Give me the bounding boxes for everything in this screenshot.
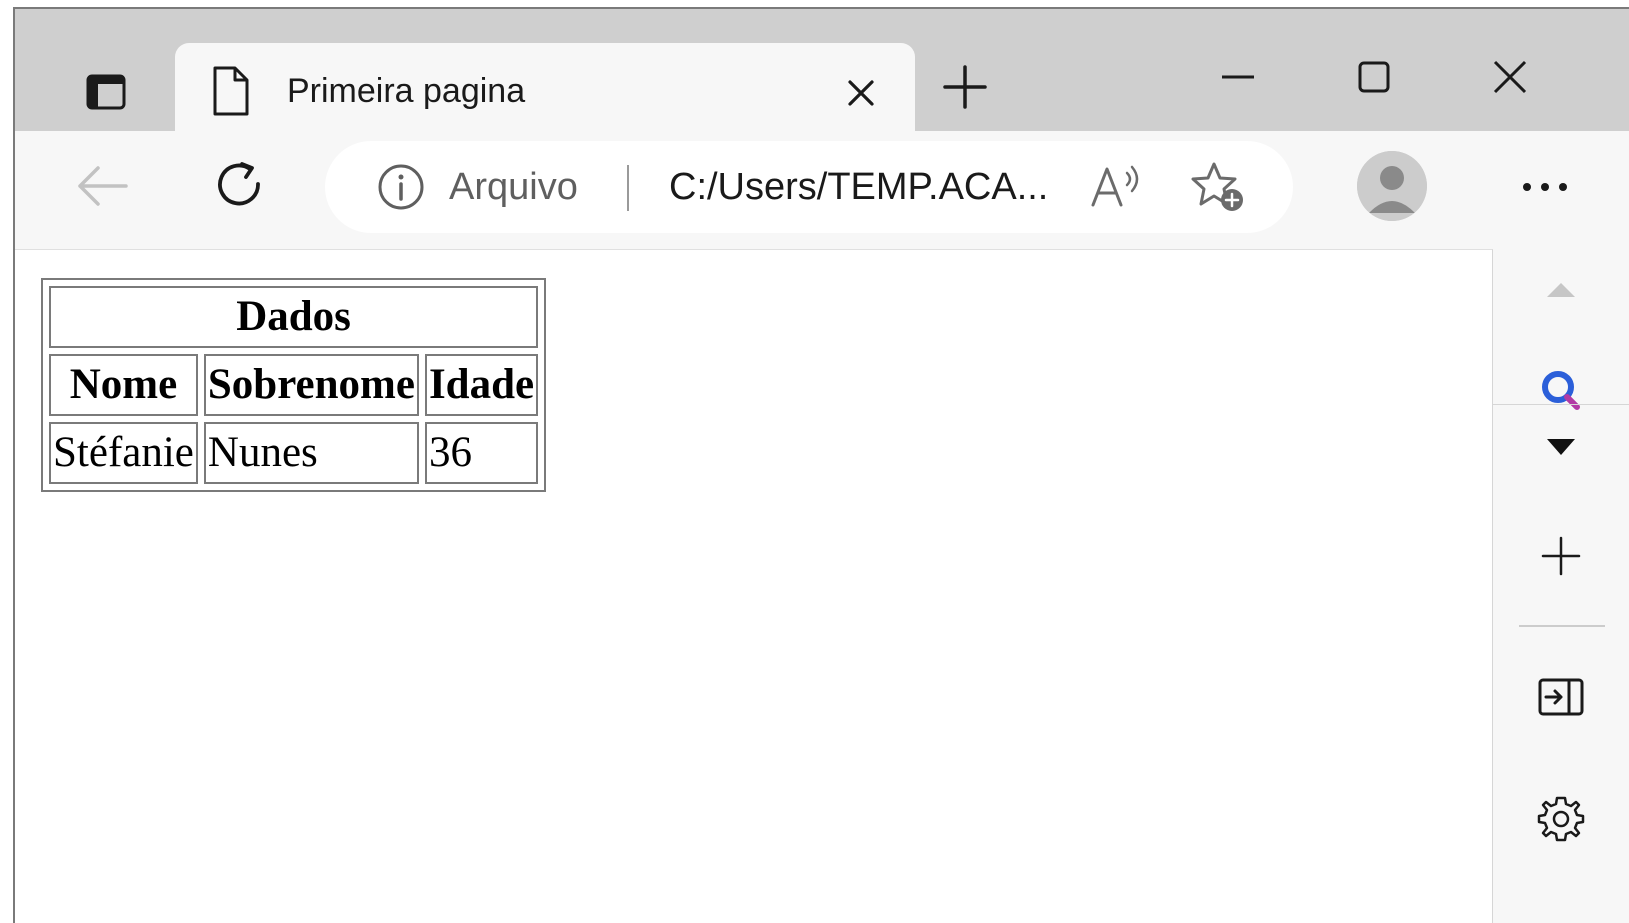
table-title-header: Dados (49, 286, 539, 348)
window-border-left (13, 8, 15, 923)
tab-close-button[interactable] (841, 73, 881, 113)
read-aloud-icon (1091, 165, 1139, 207)
sidebar-divider (1493, 404, 1629, 405)
edge-sidebar (1493, 249, 1629, 923)
tab-actions-icon (86, 74, 126, 110)
star-plus-icon (1191, 162, 1243, 211)
chevron-up-icon (1547, 283, 1575, 297)
sidebar-hide-button[interactable] (1523, 667, 1599, 727)
address-separator (627, 165, 629, 211)
tab-actions-button[interactable] (63, 55, 149, 129)
close-window-button[interactable] (1475, 47, 1545, 107)
maximize-button[interactable] (1339, 47, 1409, 107)
minimize-button[interactable] (1203, 47, 1273, 107)
sidebar-settings-button[interactable] (1523, 789, 1599, 849)
refresh-icon (218, 162, 260, 206)
sidebar-scroll-down[interactable] (1523, 417, 1599, 477)
profile-button[interactable] (1357, 151, 1427, 221)
add-favorite-button[interactable] (1187, 157, 1251, 219)
ellipsis-icon (1523, 183, 1567, 191)
more-options-button[interactable] (1515, 157, 1575, 217)
read-aloud-button[interactable] (1087, 159, 1147, 215)
close-icon (848, 80, 874, 106)
column-header-idade: Idade (424, 354, 539, 416)
data-table: Dados Nome Sobrenome Idade Stéfanie Nune… (41, 278, 547, 492)
minimize-icon (1222, 75, 1254, 79)
table-cell-idade: 36 (424, 422, 539, 484)
info-icon[interactable] (377, 163, 425, 211)
table-cell-sobrenome: Nunes (203, 422, 419, 484)
tab-strip: Primeira pagina (15, 9, 1629, 140)
column-header-nome: Nome (49, 354, 198, 416)
column-header-sobrenome: Sobrenome (203, 354, 419, 416)
back-button[interactable] (67, 151, 137, 221)
page-icon (213, 66, 249, 116)
site-security-label[interactable]: Arquivo (449, 163, 578, 211)
table-row: Stéfanie Nunes 36 (49, 422, 539, 484)
address-bar[interactable]: Arquivo C:/Users/TEMP.ACA... (325, 141, 1293, 233)
plus-icon (943, 65, 987, 109)
refresh-button[interactable] (205, 151, 275, 221)
table-cell-nome: Stéfanie (49, 422, 198, 484)
sidebar-add-button[interactable] (1523, 526, 1599, 586)
navigation-toolbar: Arquivo C:/Users/TEMP.ACA... (15, 131, 1629, 249)
window-border-top (13, 7, 1629, 9)
sidebar-scroll-up[interactable] (1523, 259, 1599, 319)
plus-icon (1541, 536, 1581, 576)
tab-active[interactable]: Primeira pagina (175, 43, 915, 140)
url-text[interactable]: C:/Users/TEMP.ACA... (669, 163, 1048, 211)
window-frame-left (0, 0, 14, 923)
arrow-left-icon (78, 166, 128, 206)
avatar-icon (1357, 151, 1427, 221)
sidebar-toggle-icon (1538, 678, 1584, 716)
chevron-down-icon (1547, 439, 1575, 455)
close-icon (1493, 60, 1527, 94)
gear-icon (1537, 796, 1585, 842)
sidebar-search-button[interactable] (1523, 359, 1599, 419)
tab-title: Primeira pagina (287, 72, 526, 110)
browser-window: Primeira pagina Arquivo C:/Users/TEMP.AC… (0, 0, 1629, 923)
new-tab-button[interactable] (939, 61, 991, 113)
page-viewport: Dados Nome Sobrenome Idade Stéfanie Nune… (15, 249, 1493, 923)
maximize-icon (1358, 61, 1390, 93)
sidebar-divider (1519, 625, 1605, 627)
